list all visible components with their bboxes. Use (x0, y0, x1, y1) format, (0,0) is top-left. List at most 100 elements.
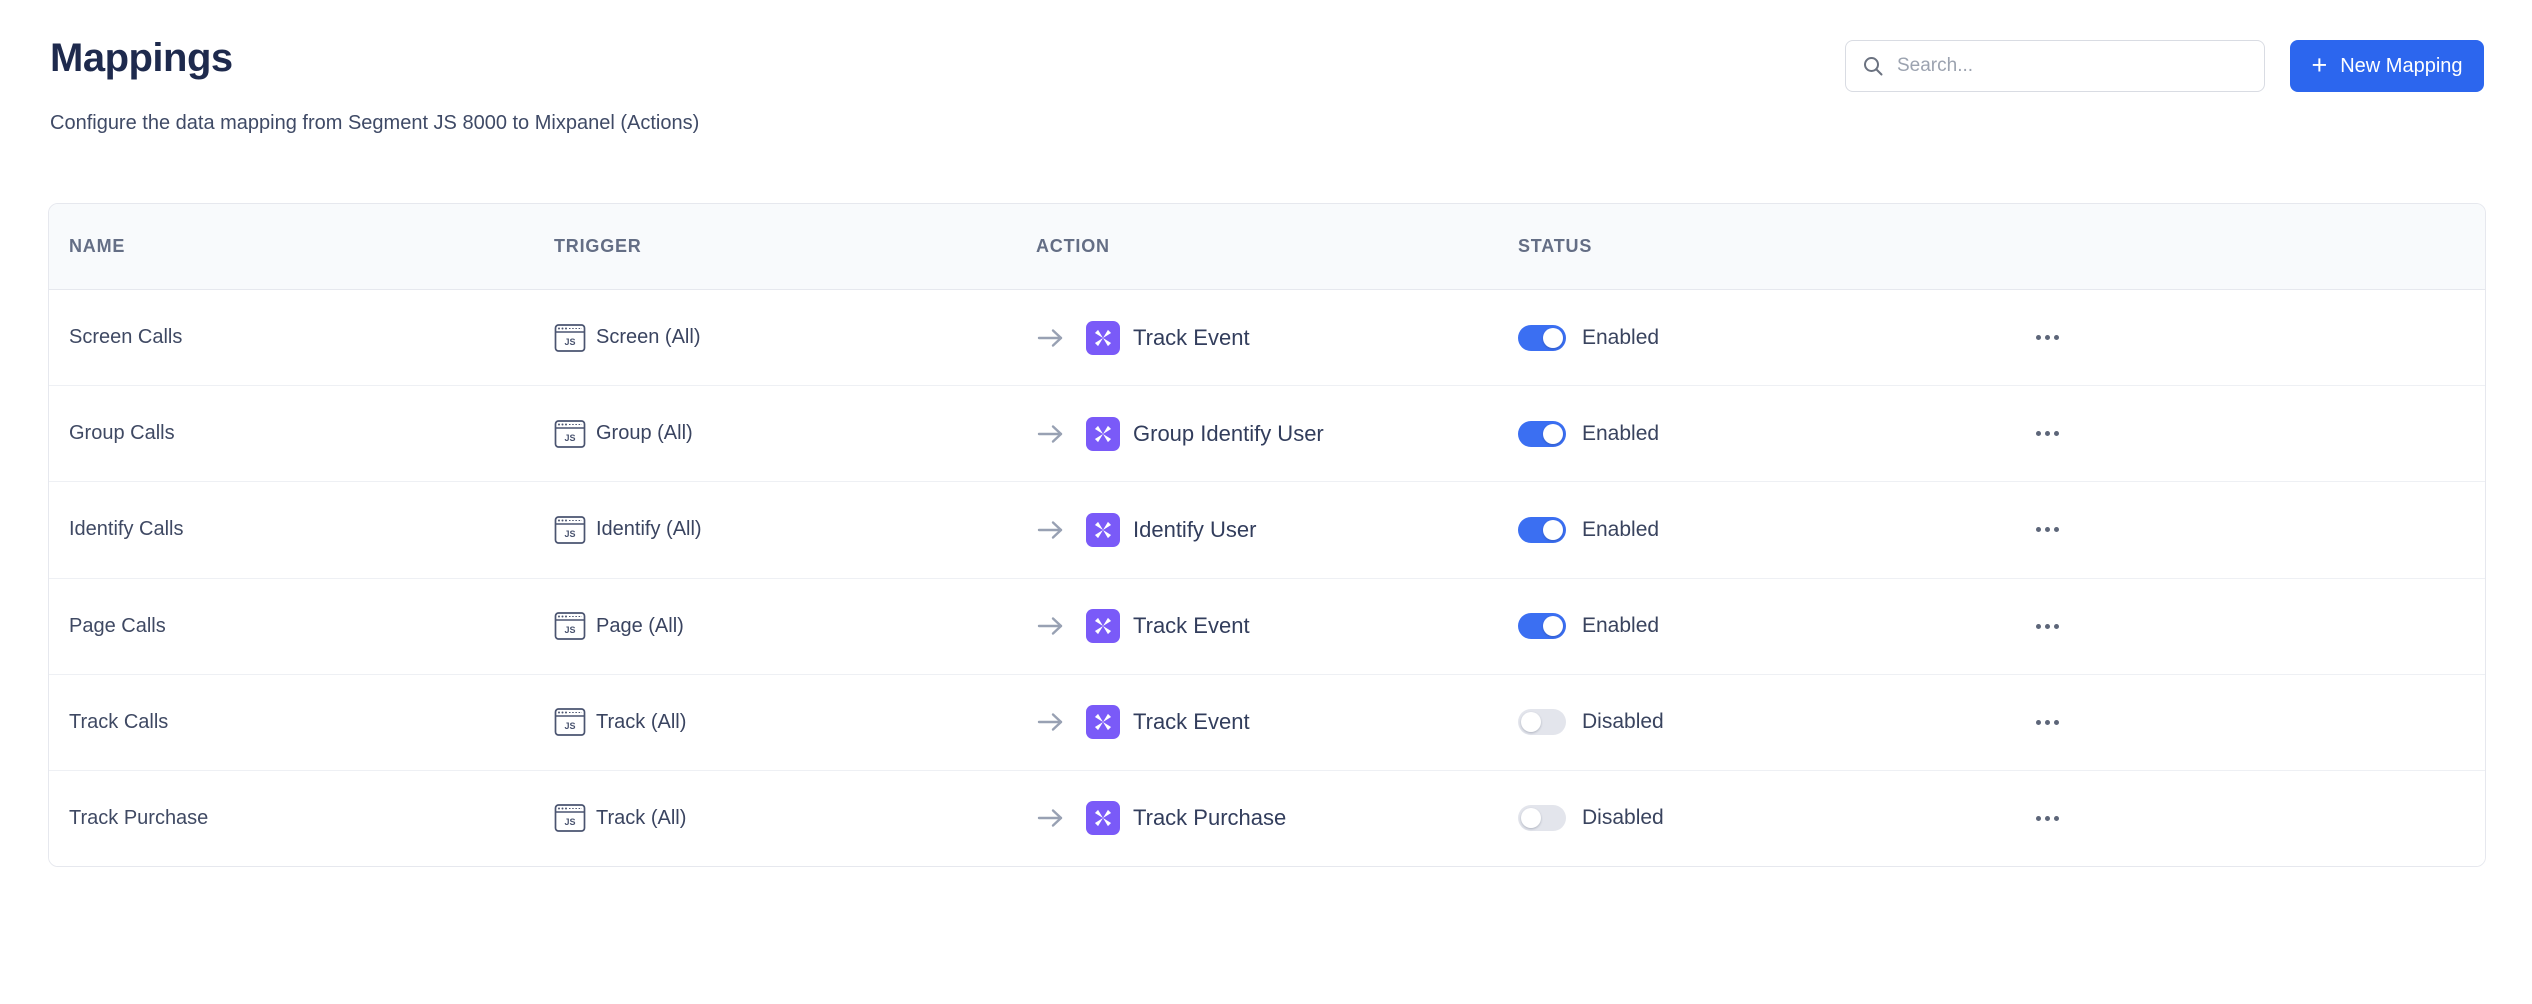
toggle-knob (1543, 424, 1563, 444)
trigger-label: Track (All) (596, 807, 686, 830)
row-menu-button[interactable] (2034, 425, 2061, 442)
table-row: Identify Calls JS Identify (All) (49, 482, 2485, 578)
table-row: Group Calls JS Group (All) (49, 386, 2485, 482)
arrow-right-icon (1036, 615, 1066, 637)
row-menu-button[interactable] (2034, 714, 2061, 731)
menu-cell (2034, 425, 2465, 442)
row-menu-button[interactable] (2034, 329, 2061, 346)
mixpanel-icon (1086, 705, 1120, 739)
svg-text:JS: JS (564, 529, 575, 539)
arrow-right-icon (1036, 423, 1066, 445)
mixpanel-icon (1086, 417, 1120, 451)
mixpanel-icon (1086, 513, 1120, 547)
ellipsis-icon (2036, 816, 2041, 821)
menu-cell (2034, 521, 2465, 538)
mapping-name: Page Calls (69, 615, 554, 638)
status-toggle[interactable] (1518, 325, 1566, 351)
action-cell: Track Event (1036, 609, 1518, 643)
column-header-name: NAME (69, 236, 554, 257)
arrow-right-icon (1036, 711, 1066, 733)
action-label: Track Event (1133, 709, 1250, 735)
menu-cell (2034, 329, 2465, 346)
status-cell: Enabled (1518, 325, 2034, 351)
status-label: Enabled (1582, 518, 1659, 542)
action-cell: Identify User (1036, 513, 1518, 547)
trigger-cell: JS Group (All) (554, 418, 1036, 450)
action-cell: Track Event (1036, 705, 1518, 739)
trigger-label: Track (All) (596, 711, 686, 734)
mixpanel-icon (1086, 321, 1120, 355)
status-label: Enabled (1582, 614, 1659, 638)
svg-text:JS: JS (564, 817, 575, 827)
toggle-knob (1543, 328, 1563, 348)
status-toggle[interactable] (1518, 709, 1566, 735)
arrow-right-icon (1036, 807, 1066, 829)
column-header-action: ACTION (1036, 236, 1518, 257)
js-window-icon: JS (554, 418, 586, 450)
action-cell: Track Purchase (1036, 801, 1518, 835)
action-cell: Group Identify User (1036, 417, 1518, 451)
plus-icon: + (2311, 52, 2327, 79)
trigger-label: Page (All) (596, 615, 684, 638)
mapping-name: Track Calls (69, 711, 554, 734)
trigger-cell: JS Track (All) (554, 706, 1036, 738)
mixpanel-icon (1086, 609, 1120, 643)
table-row: Screen Calls JS Screen (All) (49, 290, 2485, 386)
menu-cell (2034, 810, 2465, 827)
status-cell: Enabled (1518, 517, 2034, 543)
column-header-trigger: TRIGGER (554, 236, 1036, 257)
trigger-cell: JS Track (All) (554, 802, 1036, 834)
status-label: Enabled (1582, 326, 1659, 350)
trigger-cell: JS Screen (All) (554, 322, 1036, 354)
svg-text:JS: JS (564, 337, 575, 347)
arrow-right-icon (1036, 327, 1066, 349)
table-header-row: NAME TRIGGER ACTION STATUS (49, 204, 2485, 290)
table-body: Screen Calls JS Screen (All) (49, 290, 2485, 866)
status-toggle[interactable] (1518, 805, 1566, 831)
row-menu-button[interactable] (2034, 618, 2061, 635)
svg-text:JS: JS (564, 433, 575, 443)
js-window-icon: JS (554, 610, 586, 642)
ellipsis-icon (2036, 335, 2041, 340)
svg-text:JS: JS (564, 625, 575, 635)
row-menu-button[interactable] (2034, 810, 2061, 827)
table-row: Track Purchase JS Track (All) (49, 771, 2485, 866)
table-row: Track Calls JS Track (All) (49, 675, 2485, 771)
mapping-name: Screen Calls (69, 326, 554, 349)
toggle-knob (1543, 616, 1563, 636)
status-toggle[interactable] (1518, 421, 1566, 447)
action-label: Identify User (1133, 517, 1257, 543)
status-label: Disabled (1582, 806, 1664, 830)
table-row: Page Calls JS Page (All) (49, 579, 2485, 675)
js-window-icon: JS (554, 514, 586, 546)
new-mapping-label: New Mapping (2340, 55, 2462, 78)
ellipsis-icon (2036, 527, 2041, 532)
status-cell: Enabled (1518, 613, 2034, 639)
status-label: Disabled (1582, 710, 1664, 734)
status-cell: Disabled (1518, 805, 2034, 831)
ellipsis-icon (2036, 720, 2041, 725)
menu-cell (2034, 714, 2465, 731)
status-toggle[interactable] (1518, 613, 1566, 639)
mapping-name: Group Calls (69, 422, 554, 445)
js-window-icon: JS (554, 802, 586, 834)
ellipsis-icon (2036, 431, 2041, 436)
new-mapping-button[interactable]: + New Mapping (2290, 40, 2484, 92)
toggle-knob (1521, 808, 1541, 828)
mapping-name: Track Purchase (69, 807, 554, 830)
search-input[interactable] (1897, 55, 2248, 77)
search-icon (1862, 55, 1884, 77)
action-label: Track Event (1133, 325, 1250, 351)
toggle-knob (1543, 520, 1563, 540)
trigger-cell: JS Page (All) (554, 610, 1036, 642)
toggle-knob (1521, 712, 1541, 732)
search-box[interactable] (1845, 40, 2265, 92)
trigger-label: Identify (All) (596, 518, 702, 541)
trigger-label: Group (All) (596, 422, 693, 445)
status-toggle[interactable] (1518, 517, 1566, 543)
js-window-icon: JS (554, 322, 586, 354)
row-menu-button[interactable] (2034, 521, 2061, 538)
svg-text:JS: JS (564, 721, 575, 731)
action-label: Track Purchase (1133, 805, 1286, 831)
column-header-status: STATUS (1518, 236, 2034, 257)
